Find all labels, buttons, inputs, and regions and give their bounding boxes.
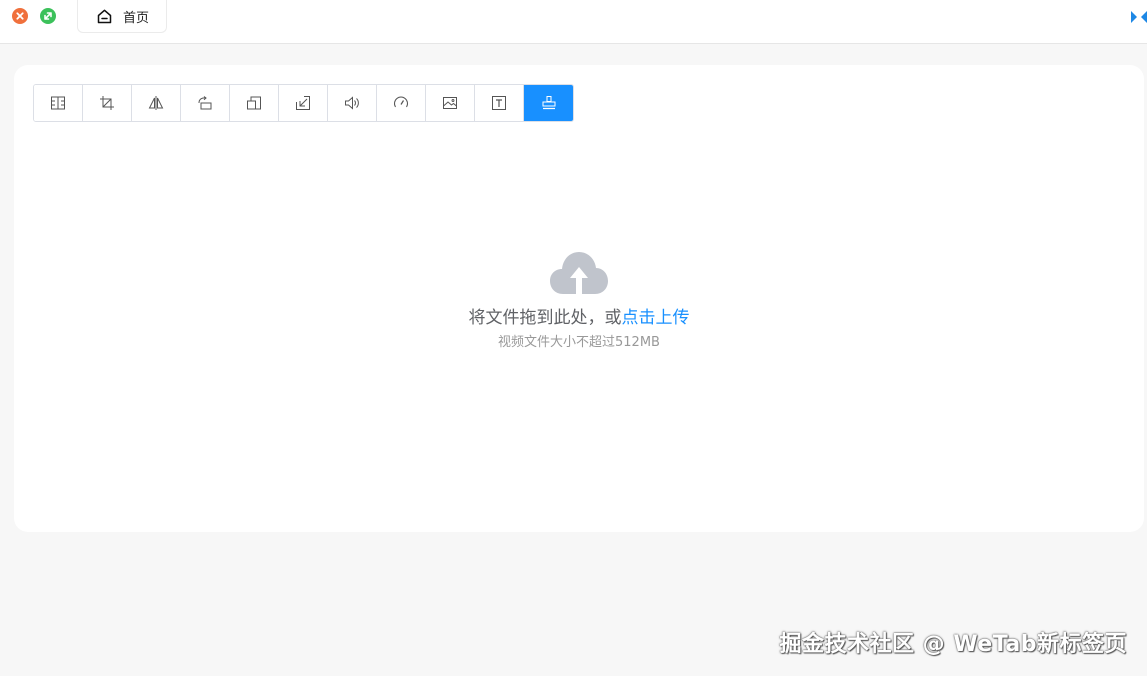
upload-instruction: 将文件拖到此处，或点击上传 (469, 306, 690, 330)
resize-tool-button[interactable] (230, 85, 279, 121)
stamp-icon (542, 96, 555, 110)
tab-label: 首页 (123, 10, 150, 26)
home-icon (96, 8, 113, 25)
click-upload-link[interactable]: 点击上传 (622, 308, 690, 328)
editor-card: 将文件拖到此处，或点击上传 视频文件大小不超过512MB (14, 65, 1144, 532)
close-icon (12, 8, 28, 24)
sidebar-toggle-icon[interactable] (1127, 10, 1147, 24)
speed-icon (394, 96, 408, 108)
crop-icon (100, 96, 114, 110)
volume-icon (345, 96, 359, 110)
upload-dropzone[interactable]: 将文件拖到此处，或点击上传 视频文件大小不超过512MB (14, 250, 1144, 350)
compress-icon (296, 96, 310, 110)
text-icon (492, 96, 506, 110)
crop-tool-button[interactable] (83, 85, 132, 121)
upload-size-tip: 视频文件大小不超过512MB (498, 335, 660, 350)
image-icon (443, 97, 457, 109)
watermark: 掘金技术社区 @ WeTab新标签页 (779, 632, 1127, 657)
edit-toolbar (33, 84, 574, 122)
text-tool-button[interactable] (475, 85, 524, 121)
upload-prompt-text: 将文件拖到此处，或 (468, 308, 622, 328)
cloud-upload-icon (550, 252, 608, 294)
maximize-window-button[interactable] (40, 8, 56, 24)
image-tool-button[interactable] (426, 85, 475, 121)
maximize-icon (40, 8, 56, 24)
stamp-tool-button[interactable] (524, 85, 573, 121)
split-icon (51, 96, 65, 110)
resize-icon (247, 96, 261, 110)
compress-tool-button[interactable] (279, 85, 328, 121)
flip-icon (148, 96, 164, 110)
flip-tool-button[interactable] (132, 85, 181, 121)
volume-tool-button[interactable] (328, 85, 377, 121)
title-bar: 首页 (0, 0, 1147, 44)
split-tool-button[interactable] (34, 85, 83, 121)
rotate-icon (198, 96, 212, 110)
rotate-tool-button[interactable] (181, 85, 230, 121)
speed-tool-button[interactable] (377, 85, 426, 121)
close-window-button[interactable] (12, 8, 28, 24)
tab-home[interactable]: 首页 (77, 0, 167, 33)
